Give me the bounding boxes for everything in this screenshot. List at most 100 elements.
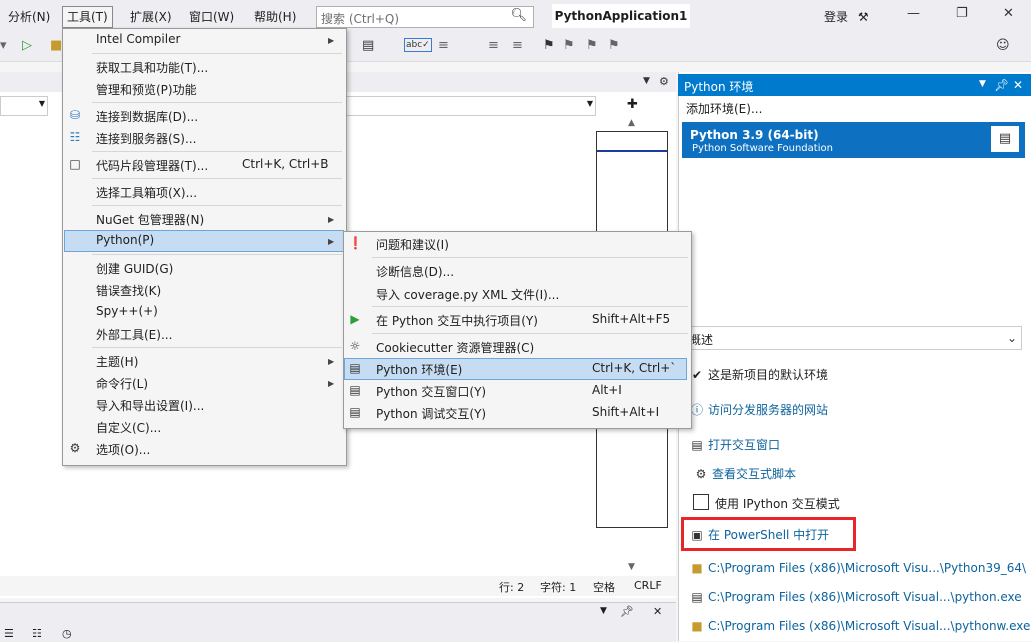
menu-item-snippets[interactable]: 代码片段管理器(T)...: [96, 157, 208, 174]
ipython-checkbox[interactable]: [693, 494, 709, 510]
submenu-item-issues[interactable]: 问题和建议(I): [376, 236, 449, 253]
submenu-item-diagnostics[interactable]: 诊断信息(D)...: [376, 263, 454, 280]
menu-item-create-guid[interactable]: 创建 GUID(G): [96, 260, 173, 277]
menu-item-python[interactable]: Python(P): [96, 233, 154, 247]
submenu-item-interactive-window[interactable]: Python 交互窗口(Y): [376, 383, 486, 400]
menu-item-manage-preview[interactable]: 管理和预览(P)功能: [96, 81, 197, 98]
format-icon[interactable]: ≡: [438, 38, 449, 53]
menu-analyze[interactable]: 分析(N): [8, 8, 50, 25]
chevron-down-icon: ▼: [586, 99, 593, 108]
maximize-icon[interactable]: ❐: [956, 6, 968, 21]
env-name: Python 3.9 (64-bit): [690, 128, 819, 142]
menu-item-external-tools[interactable]: 外部工具(E)...: [96, 326, 172, 343]
add-environment-link[interactable]: 添加环境(E)...: [686, 100, 762, 117]
submenu-item-cookiecutter[interactable]: Cookiecutter 资源管理器(C): [376, 339, 534, 356]
environment-icon: ▤: [349, 361, 361, 375]
menu-item-import-export[interactable]: 导入和导出设置(I)...: [96, 397, 204, 414]
menu-item-spy[interactable]: Spy++(+): [96, 304, 158, 318]
project-combo[interactable]: ▼: [0, 96, 48, 116]
gear-icon[interactable]: ⚙: [659, 75, 669, 88]
layout-icon[interactable]: ▤: [362, 38, 374, 53]
minimap-viewport: [597, 150, 667, 152]
env-view-value: 概述: [689, 333, 714, 347]
path-link-folder[interactable]: ■ C:\Program Files (x86)\Microsoft Visu..…: [690, 561, 1026, 575]
account-icon: ⚒: [857, 10, 869, 24]
list-icon[interactable]: ☰: [4, 627, 14, 640]
snippet-icon: □: [69, 157, 81, 171]
close-icon[interactable]: ✕: [1013, 78, 1023, 92]
menu-item-connect-db[interactable]: 连接到数据库(D)...: [96, 108, 198, 125]
menu-separator: [92, 347, 342, 348]
minimize-icon[interactable]: —: [907, 6, 920, 21]
pin-icon[interactable]: 📌︎: [994, 78, 1009, 92]
bookmark-icon[interactable]: ⚑: [543, 38, 555, 53]
menu-help[interactable]: 帮助(H): [254, 8, 296, 25]
shortcut-python-env: Ctrl+K, Ctrl+`: [592, 361, 677, 375]
search-input[interactable]: 搜索 (Ctrl+Q) 🔍︎: [316, 6, 534, 28]
menu-separator: [92, 178, 342, 179]
panel-dropdown-icon[interactable]: ▼: [979, 79, 986, 89]
shortcut-debug-interactive: Shift+Alt+I: [592, 405, 660, 419]
submenu-item-python-env[interactable]: Python 环境(E): [376, 361, 462, 378]
highlight-annotation: [681, 517, 856, 551]
pin-icon[interactable]: 📌︎: [620, 605, 634, 618]
menu-item-toolbox[interactable]: 选择工具箱项(X)...: [96, 184, 197, 201]
login-label: 登录: [824, 10, 849, 24]
bookmark-prev-icon[interactable]: ⚑: [563, 38, 575, 53]
scroll-up-icon[interactable]: ▲: [628, 118, 635, 128]
menu-item-command-line[interactable]: 命令行(L): [96, 375, 148, 392]
menu-item-get-tools[interactable]: 获取工具和功能(T)...: [96, 59, 208, 76]
dropdown-arrow-icon[interactable]: ▾: [0, 38, 7, 53]
close-icon[interactable]: ✕: [653, 605, 662, 618]
submenu-item-debug-interactive[interactable]: Python 调试交互(Y): [376, 405, 486, 422]
open-interactive-link[interactable]: ▤ 打开交互窗口: [690, 436, 780, 453]
menu-item-connect-server[interactable]: 连接到服务器(S)...: [96, 130, 196, 147]
output-icon[interactable]: ☷: [32, 627, 42, 640]
member-combo[interactable]: ▼: [344, 96, 596, 116]
menu-window[interactable]: 窗口(W): [189, 8, 234, 25]
menu-item-intel-compiler[interactable]: Intel Compiler: [96, 32, 180, 46]
login-button[interactable]: 登录 ⚒: [824, 8, 869, 25]
panel-dropdown-icon[interactable]: ▼: [600, 606, 607, 616]
submenu-item-exec-interactive[interactable]: 在 Python 交互中执行项目(Y): [376, 312, 538, 329]
visit-distributor-link[interactable]: ⓘ 访问分发服务器的网站: [690, 401, 828, 418]
ipython-label: 使用 IPython 交互模式: [715, 497, 840, 511]
checkmark-icon: ✔: [691, 368, 703, 382]
menu-item-error-lookup[interactable]: 错误查找(K): [96, 282, 161, 299]
menu-separator: [372, 306, 688, 307]
execute-interactive-icon: ▶: [350, 312, 360, 326]
menu-extensions[interactable]: 扩展(X): [130, 8, 172, 25]
close-icon[interactable]: ✕: [1003, 6, 1014, 21]
comment-icon[interactable]: ≡: [488, 38, 499, 53]
gear-icon: ⚙: [69, 441, 81, 455]
env-view-select[interactable]: 概述 ⌄: [684, 326, 1022, 350]
uncomment-icon[interactable]: ≡: [512, 38, 523, 53]
bookmark-next-icon[interactable]: ⚑: [586, 38, 598, 53]
env-settings-icon[interactable]: ▤: [991, 126, 1019, 152]
start-icon[interactable]: ▷: [22, 38, 32, 53]
view-scripts-link[interactable]: ⚙ 查看交互式脚本: [694, 465, 796, 482]
gear-icon: ⚙: [695, 467, 707, 481]
menu-item-customize[interactable]: 自定义(C)...: [96, 419, 161, 436]
path-link-pythonw[interactable]: ■ C:\Program Files (x86)\Microsoft Visual…: [690, 619, 1030, 633]
tab-dropdown-icon[interactable]: ▼: [643, 76, 650, 86]
feedback-icon[interactable]: ☺: [996, 38, 1010, 53]
menu-item-theme[interactable]: 主题(H): [96, 353, 138, 370]
menu-item-options[interactable]: 选项(O)...: [96, 441, 150, 458]
submenu-arrow-icon: ▶: [328, 36, 335, 45]
env-panel-titlebar: Python 环境 ▼ 📌︎ ✕: [678, 74, 1031, 96]
spellcheck-icon[interactable]: abc✓: [404, 38, 432, 52]
split-icon[interactable]: ✚: [627, 97, 638, 112]
menu-item-nuget[interactable]: NuGet 包管理器(N): [96, 211, 204, 228]
clock-icon[interactable]: ◷: [62, 627, 72, 640]
selected-environment[interactable]: Python 3.9 (64-bit) Python Software Foun…: [682, 122, 1025, 158]
shortcut-interactive-window: Alt+I: [592, 383, 622, 397]
submenu-item-import-coverage[interactable]: 导入 coverage.py XML 文件(I)...: [376, 286, 559, 303]
path-link-python[interactable]: ▤ C:\Program Files (x86)\Microsoft Visual…: [690, 590, 1021, 604]
scroll-down-icon[interactable]: ▼: [628, 562, 635, 572]
folder-icon[interactable]: ■: [50, 38, 62, 53]
chevron-down-icon: ▼: [38, 99, 45, 108]
bookmark-clear-icon[interactable]: ⚑: [608, 38, 620, 53]
window-icon: ▤: [691, 438, 703, 452]
menu-tools[interactable]: 工具(T): [62, 6, 113, 28]
